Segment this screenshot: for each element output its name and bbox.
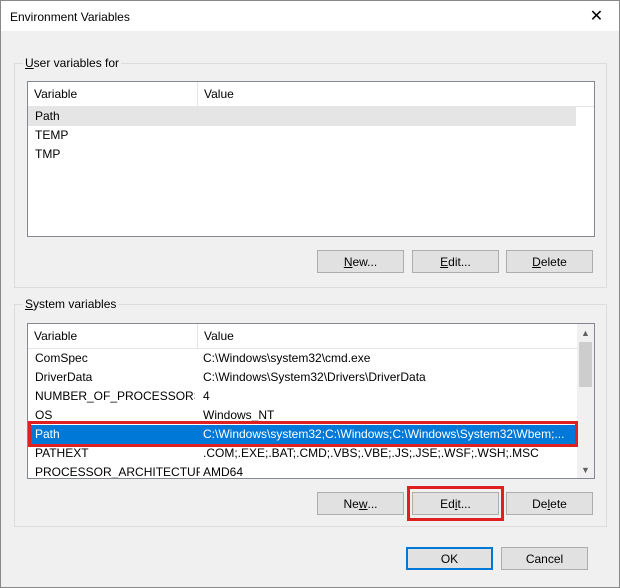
user-edit-button[interactable]: Edit... xyxy=(412,250,499,273)
scroll-down-icon[interactable]: ▼ xyxy=(577,461,594,478)
title-bar: Environment Variables ✕ xyxy=(1,1,619,31)
system-delete-button[interactable]: De l ete xyxy=(506,492,593,515)
user-variables-list[interactable]: Variable Value Path TEMP TMP xyxy=(27,81,595,237)
close-icon[interactable]: ✕ xyxy=(574,1,619,31)
system-new-button[interactable]: Ne w... xyxy=(317,492,404,515)
table-row[interactable]: TEMP xyxy=(28,126,576,145)
system-variables-list[interactable]: Variable Value ComSpec C:\Windows\system… xyxy=(27,323,595,479)
user-new-button[interactable]: New... xyxy=(317,250,404,273)
table-row[interactable]: TMP xyxy=(28,145,576,164)
ok-button[interactable]: OK xyxy=(406,547,493,570)
window-title: Environment Variables xyxy=(10,10,130,24)
vertical-scrollbar[interactable]: ▲ ▼ xyxy=(577,324,594,478)
column-header-variable[interactable]: Variable xyxy=(28,324,198,348)
scroll-thumb[interactable] xyxy=(579,342,592,387)
table-row[interactable]: NUMBER_OF_PROCESSORS 4 xyxy=(28,387,576,406)
system-edit-button[interactable]: Ed i t... xyxy=(412,492,499,515)
column-header-value[interactable]: Value xyxy=(198,82,578,106)
cancel-button[interactable]: Cancel xyxy=(501,547,588,570)
user-list-header: Variable Value xyxy=(28,82,594,107)
column-header-variable[interactable]: Variable xyxy=(28,82,198,106)
table-row[interactable]: Path xyxy=(28,107,576,126)
system-list-header: Variable Value xyxy=(28,324,577,349)
system-variables-label: System variables xyxy=(23,297,119,311)
environment-variables-dialog: Environment Variables ✕ User variables f… xyxy=(0,0,620,588)
column-header-value[interactable]: Value xyxy=(198,324,576,348)
table-row-selected[interactable]: Path C:\Windows\system32;C:\Windows;C:\W… xyxy=(28,425,576,444)
scroll-up-icon[interactable]: ▲ xyxy=(577,324,594,341)
table-row[interactable]: ComSpec C:\Windows\system32\cmd.exe xyxy=(28,349,576,368)
table-row[interactable]: PATHEXT .COM;.EXE;.BAT;.CMD;.VBS;.VBE;.J… xyxy=(28,444,576,463)
user-variables-label: User variables for xyxy=(23,56,122,70)
table-row[interactable]: OS Windows_NT xyxy=(28,406,576,425)
table-row[interactable]: PROCESSOR_ARCHITECTURE AMD64 xyxy=(28,463,576,478)
user-delete-button[interactable]: Delete xyxy=(506,250,593,273)
table-row[interactable]: DriverData C:\Windows\System32\Drivers\D… xyxy=(28,368,576,387)
